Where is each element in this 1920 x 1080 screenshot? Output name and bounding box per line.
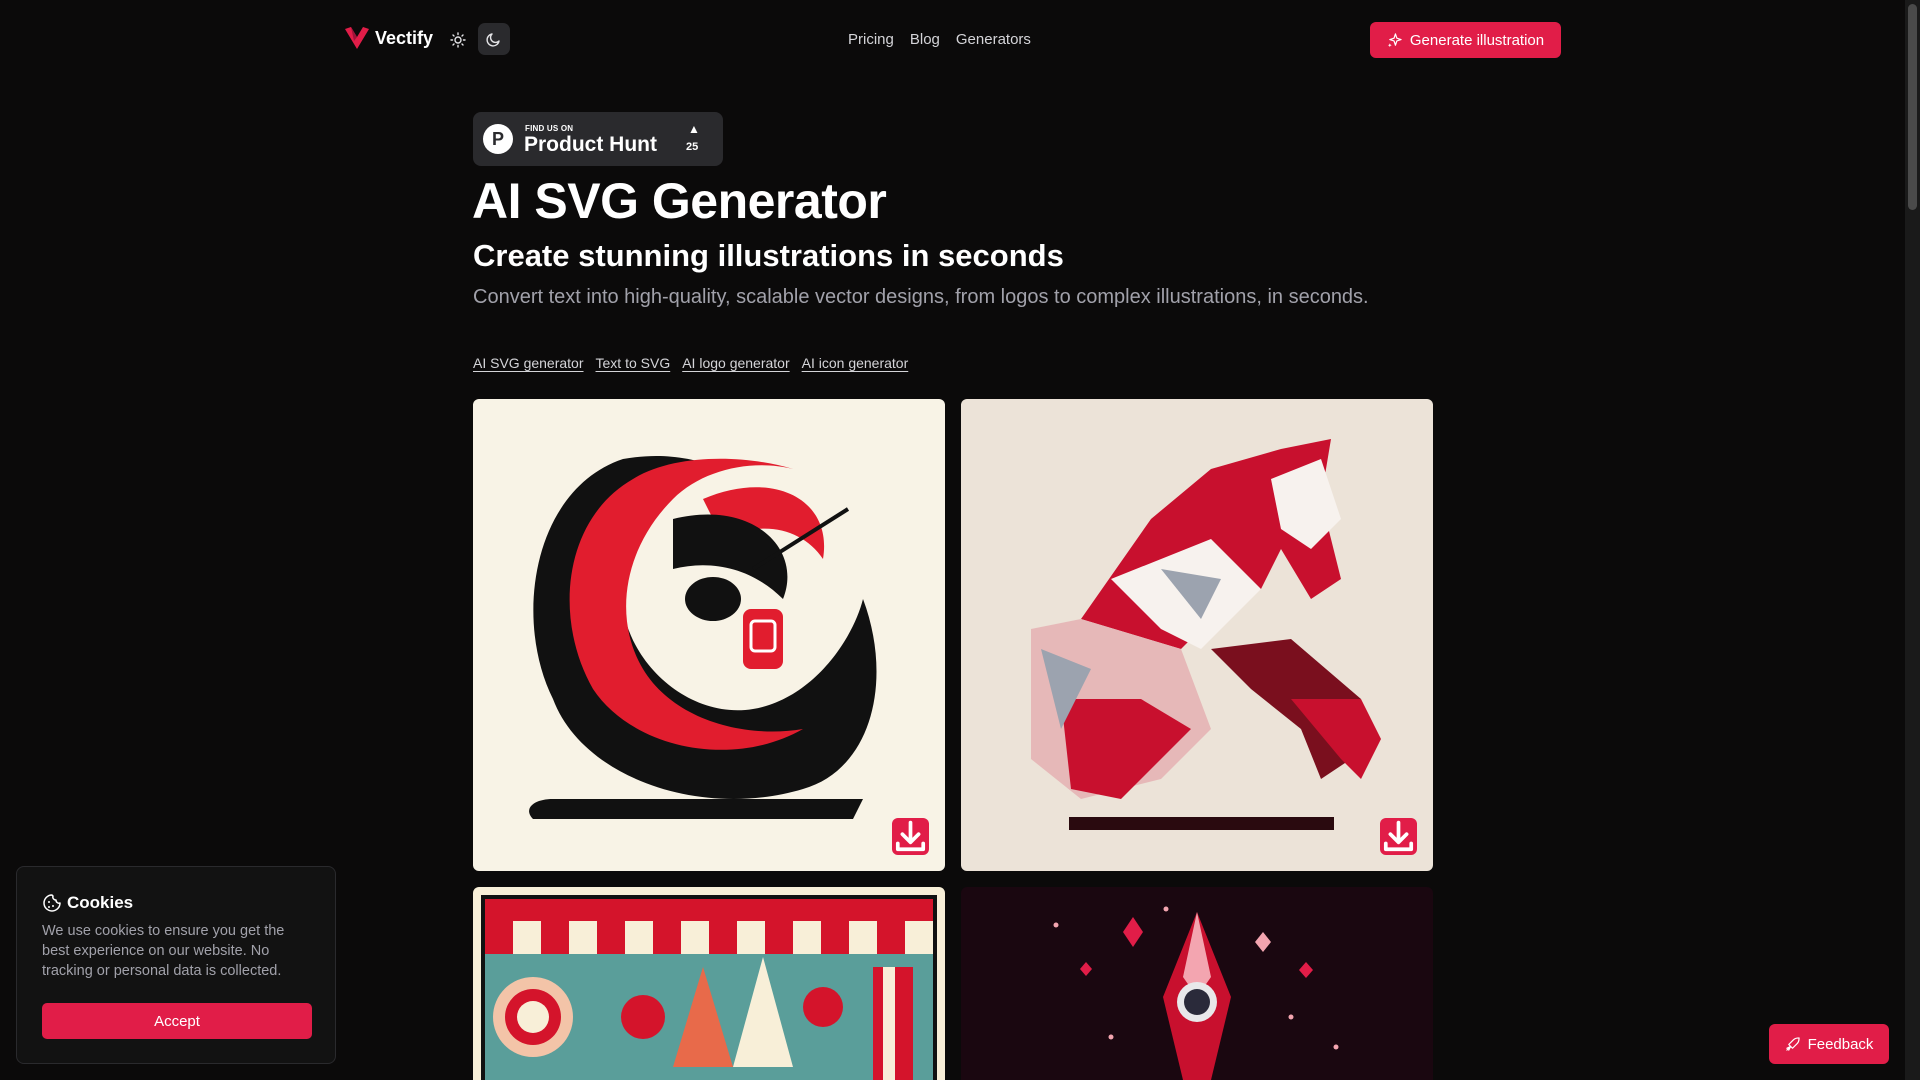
generate-illustration-label: Generate illustration bbox=[1409, 31, 1545, 49]
cookie-title-text: Cookies bbox=[67, 893, 134, 912]
brand-name: Vectify bbox=[375, 27, 434, 48]
page-subtitle: Create stunning illustrations in seconds bbox=[473, 238, 1064, 273]
download-icon bbox=[895, 820, 926, 852]
generator-links: AI SVG generator Text to SVG AI logo gen… bbox=[473, 355, 908, 371]
product-hunt-badge[interactable]: P FIND US ON Product Hunt ▲ 25 bbox=[473, 112, 723, 166]
candy-pattern-image bbox=[473, 887, 945, 1080]
cookie-title: Cookies bbox=[42, 893, 133, 913]
bullfighter-image bbox=[473, 399, 945, 871]
feedback-button[interactable]: Feedback bbox=[1769, 1024, 1889, 1064]
sun-icon bbox=[450, 32, 466, 48]
cookie-message: We use cookies to ensure you get the bes… bbox=[42, 923, 285, 979]
site-header: Vectify Pricing Blog Generators Generate… bbox=[0, 0, 1905, 80]
dark-theme-button[interactable] bbox=[478, 23, 510, 55]
bullfighter-illustration[interactable] bbox=[473, 399, 945, 871]
product-hunt-logo-icon: P bbox=[483, 124, 513, 154]
rocket-image bbox=[961, 887, 1433, 1080]
link-ai-logo-generator[interactable]: AI logo generator bbox=[682, 355, 789, 371]
link-ai-icon-generator[interactable]: AI icon generator bbox=[802, 355, 909, 371]
brand-logo[interactable]: Vectify bbox=[345, 27, 433, 49]
sparkle-icon bbox=[1387, 32, 1402, 47]
nav-link-pricing[interactable]: Pricing bbox=[848, 31, 894, 48]
product-hunt-small-text: FIND US ON bbox=[525, 124, 574, 133]
light-theme-button[interactable] bbox=[446, 28, 470, 52]
accept-cookies-button[interactable]: Accept bbox=[42, 1003, 312, 1039]
product-hunt-name: Product Hunt bbox=[524, 133, 657, 156]
upvote-arrow-icon: ▲ bbox=[688, 122, 700, 136]
cookie-banner: Cookies We use cookies to ensure you get… bbox=[16, 866, 336, 1064]
scrollbar-thumb[interactable] bbox=[1908, 4, 1917, 210]
link-text-to-svg[interactable]: Text to SVG bbox=[596, 355, 671, 371]
horse-image bbox=[961, 399, 1433, 871]
feedback-label: Feedback bbox=[1807, 1035, 1874, 1053]
page-title: AI SVG Generator bbox=[472, 173, 887, 229]
vectify-logo-icon bbox=[345, 27, 369, 49]
generate-illustration-button[interactable]: Generate illustration bbox=[1370, 22, 1561, 58]
download-button[interactable] bbox=[892, 818, 929, 855]
rocket-icon bbox=[1785, 1036, 1800, 1051]
page-scrollbar[interactable] bbox=[1905, 0, 1920, 1080]
rocket-illustration[interactable] bbox=[961, 887, 1433, 1080]
nav-link-generators[interactable]: Generators bbox=[956, 31, 1031, 48]
cookie-icon bbox=[43, 894, 61, 912]
page-description: Convert text into high-quality, scalable… bbox=[473, 286, 1369, 308]
moon-icon bbox=[486, 33, 500, 47]
link-ai-svg-generator[interactable]: AI SVG generator bbox=[473, 355, 584, 371]
download-icon bbox=[1383, 820, 1414, 852]
main-nav: Pricing Blog Generators bbox=[848, 31, 1031, 48]
download-button[interactable] bbox=[1380, 818, 1417, 855]
candy-pattern-illustration[interactable] bbox=[473, 887, 945, 1080]
upvote-count: 25 bbox=[686, 141, 699, 153]
horse-illustration[interactable] bbox=[961, 399, 1433, 871]
nav-link-blog[interactable]: Blog bbox=[910, 31, 940, 48]
